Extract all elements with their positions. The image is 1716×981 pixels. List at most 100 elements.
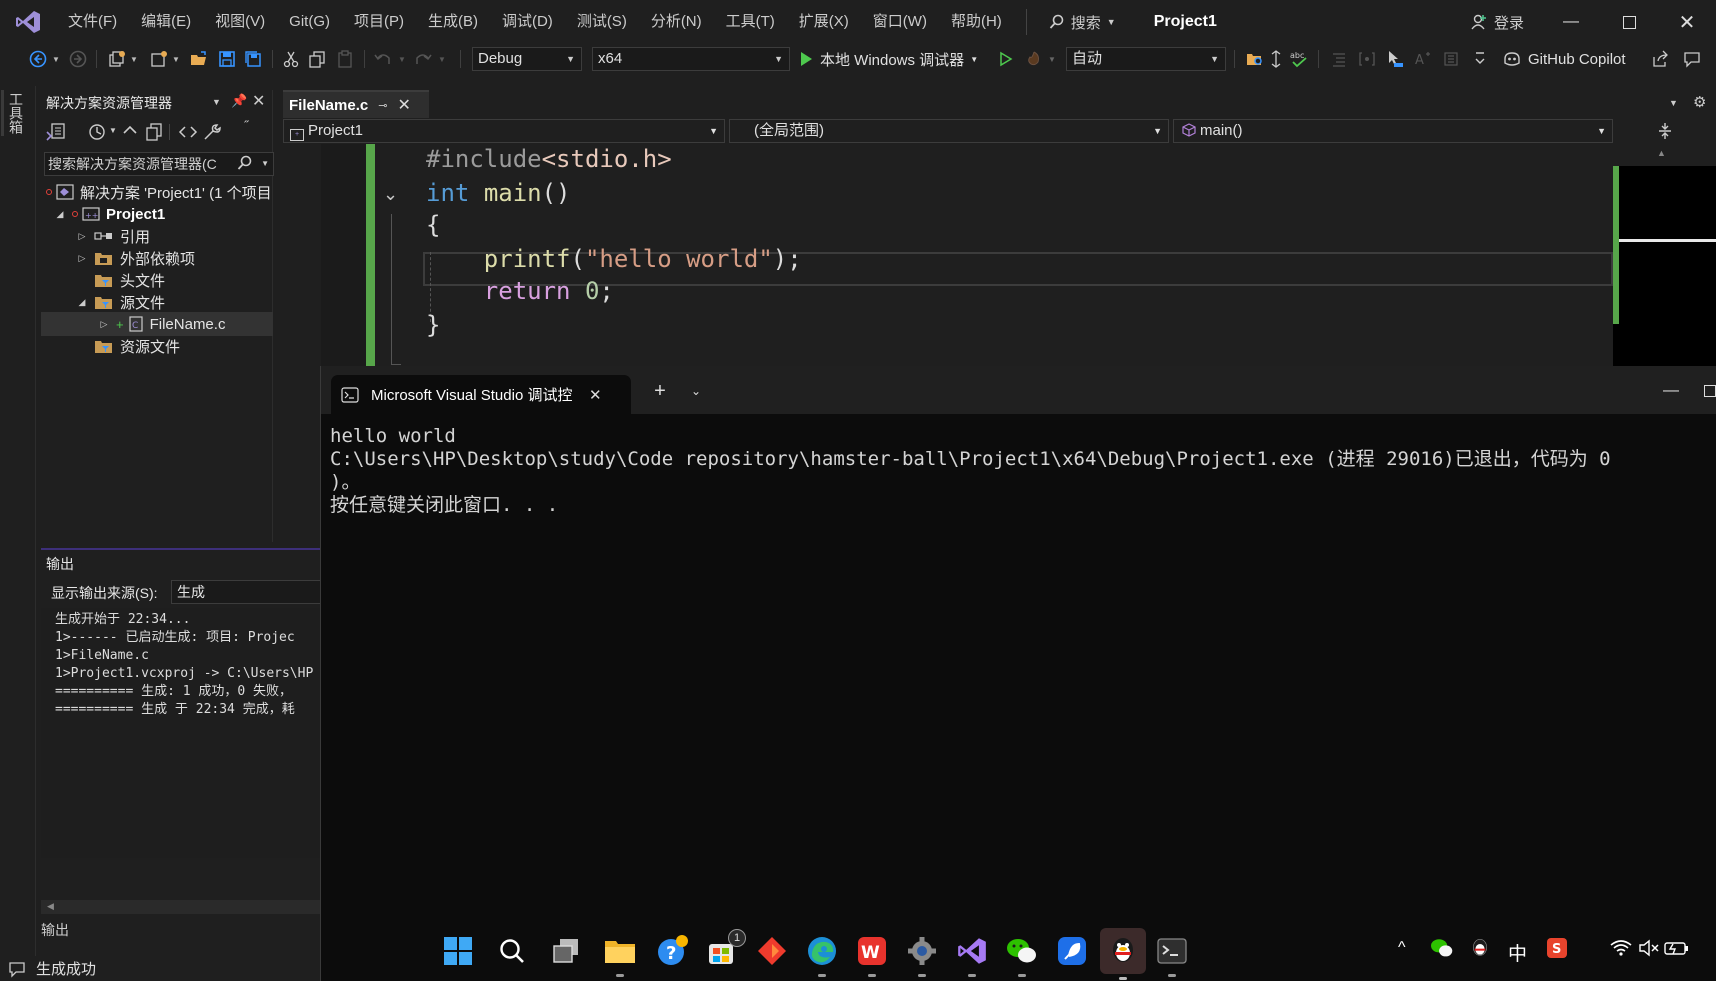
menu-test[interactable]: 测试(S)	[565, 0, 639, 44]
get-help-button[interactable]: ?	[652, 931, 692, 971]
tray-sogou-icon[interactable]: S	[1546, 937, 1568, 963]
menu-edit[interactable]: 编辑(E)	[129, 0, 203, 44]
wps-office-button[interactable]: W	[852, 931, 892, 977]
switch-views-icon[interactable]	[46, 122, 68, 142]
undo-dropdown[interactable]: ▼	[396, 47, 408, 71]
tree-item-filename-c[interactable]: ▷ + C FileName.c	[41, 312, 273, 336]
start-without-debugging-button[interactable]	[994, 47, 1018, 71]
menu-file[interactable]: 文件(F)	[56, 0, 129, 44]
select-button[interactable]	[1384, 47, 1406, 71]
battery-icon[interactable]	[1664, 939, 1690, 961]
member-nav-select[interactable]: main() ▼	[1173, 119, 1613, 143]
maximize-button[interactable]	[1600, 0, 1658, 44]
edge-browser-button[interactable]	[802, 931, 842, 977]
configuration-select[interactable]: Debug ▼	[472, 47, 582, 71]
find-in-files-button[interactable]	[1244, 47, 1266, 71]
pin-tab-icon[interactable]: ⊸	[378, 99, 387, 112]
platform-select[interactable]: x64 ▼	[592, 47, 790, 71]
scroll-up-arrow-icon[interactable]: ▲	[1657, 148, 1666, 158]
chevron-down-icon[interactable]: ▼	[109, 126, 117, 135]
undo-button[interactable]	[372, 47, 394, 71]
menu-git[interactable]: Git(G)	[277, 0, 342, 44]
copy-button[interactable]	[306, 47, 328, 71]
menu-view[interactable]: 视图(V)	[203, 0, 277, 44]
console-tab[interactable]: Microsoft Visual Studio 调试控 ✕	[331, 375, 631, 414]
auto-select[interactable]: 自动 ▼	[1066, 47, 1226, 71]
save-button[interactable]	[216, 47, 238, 71]
task-view-button[interactable]	[546, 931, 586, 971]
menu-help[interactable]: 帮助(H)	[939, 0, 1014, 44]
new-tab-button[interactable]: +	[643, 376, 677, 406]
code-minimap[interactable]: ▲	[1613, 144, 1716, 368]
output-bottom-tab[interactable]: 输出	[41, 920, 69, 940]
line-spacing-button[interactable]	[1268, 47, 1284, 71]
qq-button[interactable]	[1100, 928, 1146, 980]
tab-list-dropdown-icon[interactable]: ▼	[1669, 98, 1678, 108]
console-maximize-button[interactable]	[1704, 376, 1716, 406]
menu-analyze[interactable]: 分析(N)	[639, 0, 714, 44]
app-red-diamond-button[interactable]	[752, 931, 792, 971]
collapse-chevron-icon[interactable]: ⌄	[383, 184, 398, 205]
view-code-icon[interactable]	[178, 122, 198, 142]
font-size-button[interactable]: A	[1412, 47, 1434, 71]
wifi-icon[interactable]	[1610, 939, 1632, 961]
comment-button[interactable]	[1328, 47, 1350, 71]
menu-build[interactable]: 生成(B)	[416, 0, 490, 44]
menu-extensions[interactable]: 扩展(X)	[787, 0, 861, 44]
back-button[interactable]	[26, 47, 50, 71]
add-item-button[interactable]	[148, 47, 170, 71]
scope-nav-select[interactable]: (全局范围) ▼	[729, 119, 1169, 143]
bookmark-button[interactable]	[1356, 47, 1378, 71]
menu-debug[interactable]: 调试(D)	[490, 0, 565, 44]
notification-icon[interactable]	[8, 960, 26, 978]
tray-qq-icon[interactable]	[1470, 936, 1490, 964]
code-editor[interactable]: ⌄ #include<stdio.h> int main() { printf(…	[283, 144, 1613, 368]
minimize-button[interactable]: —	[1542, 0, 1600, 44]
collapse-all-icon[interactable]	[121, 122, 139, 142]
close-panel-button[interactable]: ✕	[252, 91, 265, 111]
show-hidden-icons-button[interactable]: ^	[1398, 939, 1406, 957]
settings-button[interactable]	[902, 931, 942, 977]
taskbar-search-button[interactable]	[492, 931, 532, 971]
tree-item-references[interactable]: ▷ 引用	[41, 224, 273, 248]
file-explorer-button[interactable]	[600, 931, 640, 977]
tree-item-project[interactable]: ◢ ++ Project1	[41, 202, 273, 226]
new-project-button[interactable]	[106, 47, 128, 71]
toolbar-overflow-button[interactable]	[1472, 47, 1488, 71]
console-minimize-button[interactable]: —	[1651, 376, 1691, 406]
horizontal-scrollbar[interactable]: ◀	[41, 900, 321, 914]
tree-item-source-files[interactable]: ◢ 源文件	[41, 290, 273, 314]
output-source-select[interactable]: 生成	[171, 580, 331, 604]
pin-button[interactable]: 📌	[231, 93, 247, 109]
new-project-dropdown[interactable]: ▼	[128, 47, 140, 71]
github-copilot-button[interactable]: GitHub Copilot	[1502, 47, 1650, 71]
share-button[interactable]	[1648, 47, 1672, 71]
output-text-area[interactable]: 生成开始于 22:34... 1>------ 已启动生成: 项目: Proje…	[41, 608, 321, 858]
visual-studio-logo-icon[interactable]	[0, 0, 56, 44]
history-icon[interactable]	[87, 122, 107, 142]
toolbox-tab[interactable]: 工具箱	[8, 92, 26, 134]
paste-button[interactable]	[334, 47, 356, 71]
back-dropdown[interactable]: ▼	[50, 47, 62, 71]
outline-button[interactable]	[1440, 47, 1462, 71]
close-window-button[interactable]: ✕	[1658, 0, 1716, 44]
tab-filename-c[interactable]: FileName.c ⊸ ✕	[283, 90, 429, 118]
microsoft-store-button[interactable]: 1	[702, 929, 746, 971]
spell-check-button[interactable]: abc	[1288, 47, 1310, 71]
feishu-app-button[interactable]	[1052, 931, 1092, 971]
tree-item-resource-files[interactable]: 资源文件	[41, 334, 273, 358]
split-editor-button[interactable]	[1613, 118, 1716, 144]
open-file-button[interactable]	[188, 47, 210, 71]
solution-explorer-search-input[interactable]: 搜索解决方案资源管理器(C ▼	[44, 152, 274, 176]
cut-button[interactable]	[280, 47, 302, 71]
tree-item-solution[interactable]: 解决方案 'Project1' (1 个项目	[41, 180, 273, 204]
hot-reload-dropdown[interactable]: ▼	[1046, 47, 1058, 71]
debug-console-window[interactable]: Microsoft Visual Studio 调试控 ✕ + ⌄ — hell…	[320, 366, 1716, 981]
tray-wechat-icon[interactable]	[1430, 937, 1454, 963]
login-button[interactable]: 登录	[1470, 0, 1524, 44]
feedback-button[interactable]	[1680, 47, 1704, 71]
gear-icon[interactable]: ⚙	[1693, 93, 1706, 111]
forward-button[interactable]	[66, 47, 90, 71]
show-all-files-icon[interactable]	[145, 122, 163, 142]
search-button[interactable]: 搜索 ▼	[1037, 0, 1128, 44]
